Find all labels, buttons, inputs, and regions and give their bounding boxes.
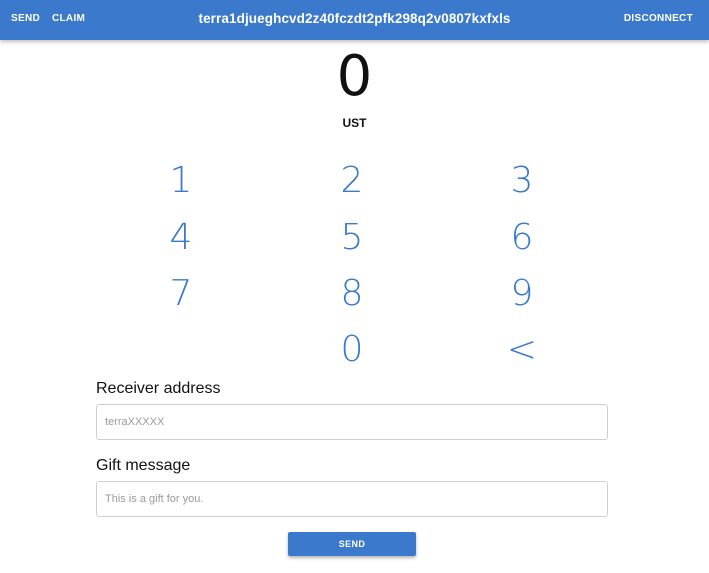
app-header: SEND CLAIM terra1djueghcvd2z40fczdt2pfk2… [0, 0, 709, 40]
gift-message-label: Gift message [96, 457, 191, 474]
receiver-address-label: Receiver address [96, 380, 221, 397]
receiver-address-input[interactable] [96, 404, 608, 440]
keypad-key-8[interactable]: 8 [322, 272, 382, 316]
send-button[interactable]: SEND [288, 532, 416, 556]
keypad-key-5[interactable]: 5 [322, 216, 382, 260]
keypad-key-3[interactable]: 3 [492, 159, 552, 203]
amount-display: 0 [336, 44, 373, 109]
wallet-address: terra1djueghcvd2z40fczdt2pfk298q2v0807kx… [198, 11, 511, 26]
keypad-key-6[interactable]: 6 [492, 216, 552, 260]
keypad-key-4[interactable]: 4 [151, 216, 211, 260]
keypad-key-0[interactable]: 0 [322, 328, 382, 372]
disconnect-button[interactable]: DISCONNECT [624, 12, 693, 26]
currency-label: UST [342, 116, 367, 130]
gift-message-input[interactable] [96, 481, 608, 517]
keypad-key-7[interactable]: 7 [151, 272, 211, 316]
keypad-key-1[interactable]: 1 [151, 159, 211, 203]
keypad-key-9[interactable]: 9 [492, 272, 552, 316]
keypad-key-2[interactable]: 2 [322, 159, 382, 203]
keypad-backspace-key[interactable]: < [492, 328, 552, 372]
